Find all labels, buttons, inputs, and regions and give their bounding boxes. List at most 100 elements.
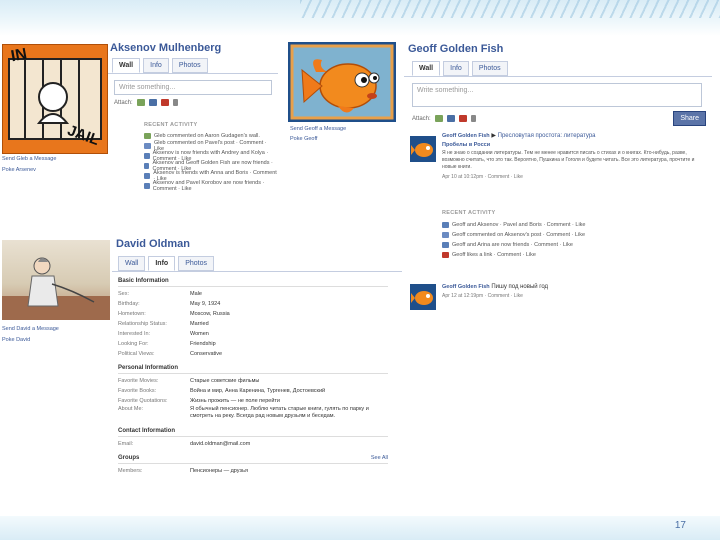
link-attach-icon[interactable] xyxy=(172,99,178,106)
wall-post-icon xyxy=(144,133,151,139)
post-avatar[interactable] xyxy=(410,136,436,162)
tab-photos[interactable]: Photos xyxy=(471,61,508,76)
share-button[interactable]: Share xyxy=(673,111,706,126)
info-key: Relationship Status: xyxy=(118,321,167,327)
composer-bar: Attach: Share xyxy=(412,111,706,126)
personal-info-heading: Personal Information xyxy=(118,365,388,374)
profile-photo-fish[interactable] xyxy=(288,42,396,122)
info-value: Male xyxy=(190,291,202,297)
info-row: Relationship Status: Married xyxy=(118,319,388,329)
info-key: Hometown: xyxy=(118,311,146,317)
tab-wall[interactable]: Wall xyxy=(118,256,146,271)
profile-panel-geoff: Geoff Golden Fish Wall Info Photos Write… xyxy=(404,40,712,310)
info-key: Interested In: xyxy=(118,331,151,337)
info-key: Favorite Quotations: xyxy=(118,398,168,404)
heart-icon xyxy=(442,252,449,258)
poke-link[interactable]: Poke David xyxy=(2,337,30,343)
info-row: Favorite Quotations: Жизнь прожить — не п… xyxy=(118,396,388,406)
groups-heading: Groups xyxy=(118,455,140,461)
send-message-link[interactable]: Send David a Message xyxy=(2,326,59,332)
activity-list: Geoff and Aksenov · Pavel and Boris · Co… xyxy=(442,220,586,260)
activity-text[interactable]: Gleb commented on Aaron Gudagen's wall. xyxy=(154,133,260,139)
personal-info-list: Favorite Movies: Старые советские фильмы … xyxy=(118,376,388,420)
post-author[interactable]: Geoff Golden Fish xyxy=(442,133,490,139)
about-text: Я обычный пенсионер. Люблю читать старые… xyxy=(190,406,369,419)
event-attach-icon[interactable] xyxy=(458,115,467,122)
slide-bottom-decoration xyxy=(0,516,720,540)
info-row: Looking For: Friendship xyxy=(118,339,388,349)
video-attach-icon[interactable] xyxy=(148,99,157,106)
info-key: Sex: xyxy=(118,291,130,297)
tab-info[interactable]: Info xyxy=(443,61,469,76)
info-value[interactable]: Moscow, Russia xyxy=(190,311,230,317)
video-attach-icon[interactable] xyxy=(446,115,455,122)
info-key: Favorite Movies: xyxy=(118,378,159,384)
profile-photo-aksenov[interactable]: IN JAIL xyxy=(2,44,108,154)
profile-name[interactable]: David Oldman xyxy=(116,238,402,250)
info-value[interactable]: Старые советские фильмы xyxy=(190,378,259,384)
photo-text-in: IN xyxy=(9,45,29,66)
attach-label: Attach: xyxy=(412,115,431,122)
attach-label: Attach: xyxy=(114,99,133,106)
activity-text[interactable]: Geoff and Aksenov · Pavel and Boris · Co… xyxy=(452,222,586,228)
activity-item: Aksenov and Pavel Korobov are now friend… xyxy=(144,180,278,192)
photo-attach-icon[interactable] xyxy=(136,99,145,106)
activity-item: Geoff and Aksenov · Pavel and Boris · Co… xyxy=(442,220,586,230)
page-number: 17 xyxy=(674,520,686,531)
send-message-link[interactable]: Send Geoff a Message xyxy=(290,126,346,132)
profile-tabs: Wall Info Photos xyxy=(118,256,402,271)
activity-text[interactable]: Geoff likes a link · Comment · Like xyxy=(452,252,536,258)
info-row: Email: david.oldman@mail.com xyxy=(118,439,388,449)
goldfish-icon xyxy=(411,291,433,305)
info-row: Hometown: Moscow, Russia xyxy=(118,309,388,319)
tab-photos[interactable]: Photos xyxy=(178,256,214,271)
tab-info[interactable]: Info xyxy=(143,58,169,73)
event-attach-icon[interactable] xyxy=(160,99,169,106)
basic-info-list: Sex: Male Birthday: May 9, 1924 Hometown: M… xyxy=(118,289,388,359)
link-attach-icon[interactable] xyxy=(470,115,476,122)
info-row: Political Views: Conservative xyxy=(118,349,388,359)
send-message-link[interactable]: Send Gleb a Message xyxy=(2,156,56,162)
about-row: About Me: Я обычный пенсионер. Люблю чит… xyxy=(118,406,388,420)
tab-divider xyxy=(112,271,402,272)
post-author[interactable]: Geoff Golden Fish xyxy=(442,284,490,290)
wall-post-input[interactable]: Write something... xyxy=(114,80,272,95)
poke-link[interactable]: Poke Geoff xyxy=(290,136,317,142)
tab-wall[interactable]: Wall xyxy=(112,58,141,73)
post-avatar[interactable] xyxy=(410,284,436,310)
activity-item: Geoff commented on Aksenov's post · Comm… xyxy=(442,230,586,240)
post-meta[interactable]: Apr 12 at 12:19pm · Comment · Like xyxy=(442,293,706,299)
goldfish-icon xyxy=(290,44,394,120)
see-all-link[interactable]: See All xyxy=(371,455,388,461)
info-value: Friendship xyxy=(190,341,216,347)
profile-name[interactable]: Geoff Golden Fish xyxy=(408,43,712,55)
profile-name[interactable]: Aksenov Mulhenberg xyxy=(110,42,278,54)
friends-icon xyxy=(144,163,150,169)
post-title[interactable]: Пресловутая простота: литература xyxy=(498,133,596,139)
tab-info[interactable]: Info xyxy=(148,256,176,271)
info-key: Birthday: xyxy=(118,301,140,307)
attach-bar: Attach: xyxy=(114,99,278,106)
contact-info-heading: Contact Information xyxy=(118,428,388,437)
friends-icon xyxy=(144,183,150,189)
photo-attach-icon[interactable] xyxy=(434,115,443,122)
wall-post-input[interactable]: Write something... xyxy=(412,83,702,107)
info-value[interactable]: Война и мир, Анна Каренина, Тургенев, До… xyxy=(190,388,325,394)
info-value[interactable]: david.oldman@mail.com xyxy=(190,441,250,447)
tab-wall[interactable]: Wall xyxy=(412,61,441,76)
info-key: Looking For: xyxy=(118,341,149,347)
activity-text[interactable]: Geoff commented on Aksenov's post · Comm… xyxy=(452,232,585,238)
info-value: Married xyxy=(190,321,209,327)
recent-activity-heading: RECENT ACTIVITY xyxy=(144,122,198,128)
post-meta[interactable]: Apr 10 at 10:12pm · Comment · Like xyxy=(442,174,706,180)
tab-photos[interactable]: Photos xyxy=(171,58,208,73)
info-key: Favorite Books: xyxy=(118,388,157,394)
profile-photo-david[interactable] xyxy=(2,240,110,320)
info-value[interactable]: Пенсионеры — друзья xyxy=(190,468,248,474)
activity-text[interactable]: Geoff and Arina are now friends · Commen… xyxy=(452,242,573,248)
attach-bar: Attach: xyxy=(412,115,476,122)
poke-link[interactable]: Poke Arsenev xyxy=(2,167,36,173)
activity-text[interactable]: Aksenov and Pavel Korobov are now friend… xyxy=(153,180,278,192)
post-body: Я не знаю о создании литературы. Тем не … xyxy=(442,150,695,170)
post-subtitle[interactable]: Пробелы в Росси xyxy=(442,142,706,148)
